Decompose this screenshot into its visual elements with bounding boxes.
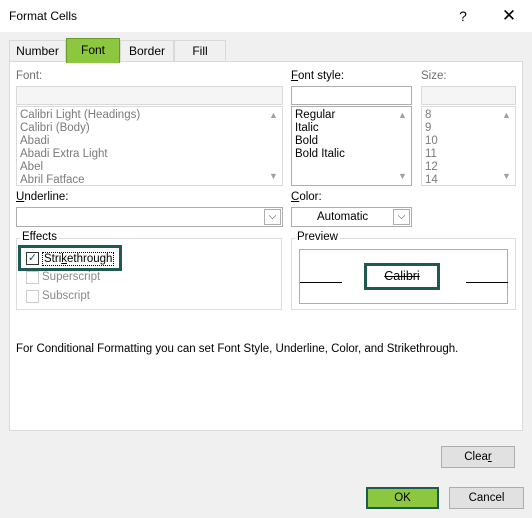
scroll-up-icon[interactable]: ▲ bbox=[394, 107, 411, 124]
clear-button[interactable]: Clear bbox=[441, 446, 515, 468]
color-select[interactable]: Automatic ⌵ bbox=[291, 207, 412, 227]
preview-area: Calibri bbox=[299, 249, 508, 304]
list-item[interactable]: Abadi Extra Light bbox=[20, 148, 108, 161]
chevron-down-icon[interactable]: ⌵ bbox=[264, 209, 281, 225]
superscript-label: Superscript bbox=[42, 271, 101, 283]
underline-label: Underline: bbox=[16, 191, 69, 203]
list-item[interactable]: Italic bbox=[295, 122, 319, 135]
scroll-down-icon[interactable]: ▼ bbox=[394, 168, 411, 185]
list-item[interactable]: Abadi bbox=[20, 135, 49, 148]
panel-content: Font: Calibri Light (Headings) Calibri (… bbox=[0, 0, 532, 518]
list-item[interactable]: 10 bbox=[425, 135, 438, 148]
info-text: For Conditional Formatting you can set F… bbox=[16, 343, 459, 355]
font-label: Font: bbox=[16, 70, 43, 82]
underline-select[interactable]: ⌵ bbox=[16, 207, 283, 227]
preview-baseline-left bbox=[300, 282, 342, 283]
effects-group-label: Effects bbox=[20, 231, 59, 243]
list-item[interactable]: 12 bbox=[425, 161, 438, 174]
color-value: Automatic bbox=[317, 211, 369, 223]
superscript-checkbox[interactable] bbox=[26, 271, 39, 284]
list-item[interactable]: 11 bbox=[425, 148, 437, 161]
font-style-list[interactable]: Regular Italic Bold Bold Italic ▲ ▼ bbox=[291, 106, 412, 186]
scroll-down-icon[interactable]: ▼ bbox=[498, 168, 515, 185]
color-label: Color: bbox=[291, 191, 322, 203]
subscript-checkbox[interactable] bbox=[26, 290, 39, 303]
list-item[interactable]: Bold Italic bbox=[295, 148, 345, 161]
size-list[interactable]: 8 9 10 11 12 14 ▲ ▼ bbox=[421, 106, 516, 186]
subscript-label: Subscript bbox=[42, 290, 90, 302]
list-item[interactable]: 14 bbox=[425, 174, 438, 185]
preview-sample-text: Calibri bbox=[384, 269, 420, 283]
list-item[interactable]: Abel bbox=[20, 161, 43, 174]
preview-baseline-right bbox=[466, 282, 508, 283]
chevron-down-icon[interactable]: ⌵ bbox=[393, 209, 410, 225]
list-item[interactable]: Regular bbox=[295, 109, 335, 122]
list-item[interactable]: 8 bbox=[425, 109, 431, 122]
size-label: Size: bbox=[421, 70, 447, 82]
font-style-input[interactable] bbox=[291, 86, 412, 105]
strikethrough-checkbox[interactable]: ✓ bbox=[26, 252, 39, 265]
font-input[interactable] bbox=[16, 86, 283, 105]
font-list[interactable]: Calibri Light (Headings) Calibri (Body) … bbox=[16, 106, 283, 186]
scroll-up-icon[interactable]: ▲ bbox=[265, 107, 282, 124]
list-item[interactable]: Abril Fatface bbox=[20, 174, 85, 185]
preview-group-label: Preview bbox=[295, 231, 340, 243]
list-item[interactable]: Bold bbox=[295, 135, 318, 148]
size-input[interactable] bbox=[421, 86, 516, 105]
preview-sample-box: Calibri bbox=[364, 263, 440, 290]
list-item[interactable]: Calibri Light (Headings) bbox=[20, 109, 140, 122]
scroll-down-icon[interactable]: ▼ bbox=[265, 168, 282, 185]
cancel-button[interactable]: Cancel bbox=[449, 487, 524, 509]
ok-button[interactable]: OK bbox=[366, 487, 439, 509]
strikethrough-label[interactable]: Strikethrough bbox=[42, 252, 115, 266]
list-item[interactable]: Calibri (Body) bbox=[20, 122, 90, 135]
list-item[interactable]: 9 bbox=[425, 122, 431, 135]
scroll-up-icon[interactable]: ▲ bbox=[498, 107, 515, 124]
font-style-label: Font style: bbox=[291, 70, 345, 82]
